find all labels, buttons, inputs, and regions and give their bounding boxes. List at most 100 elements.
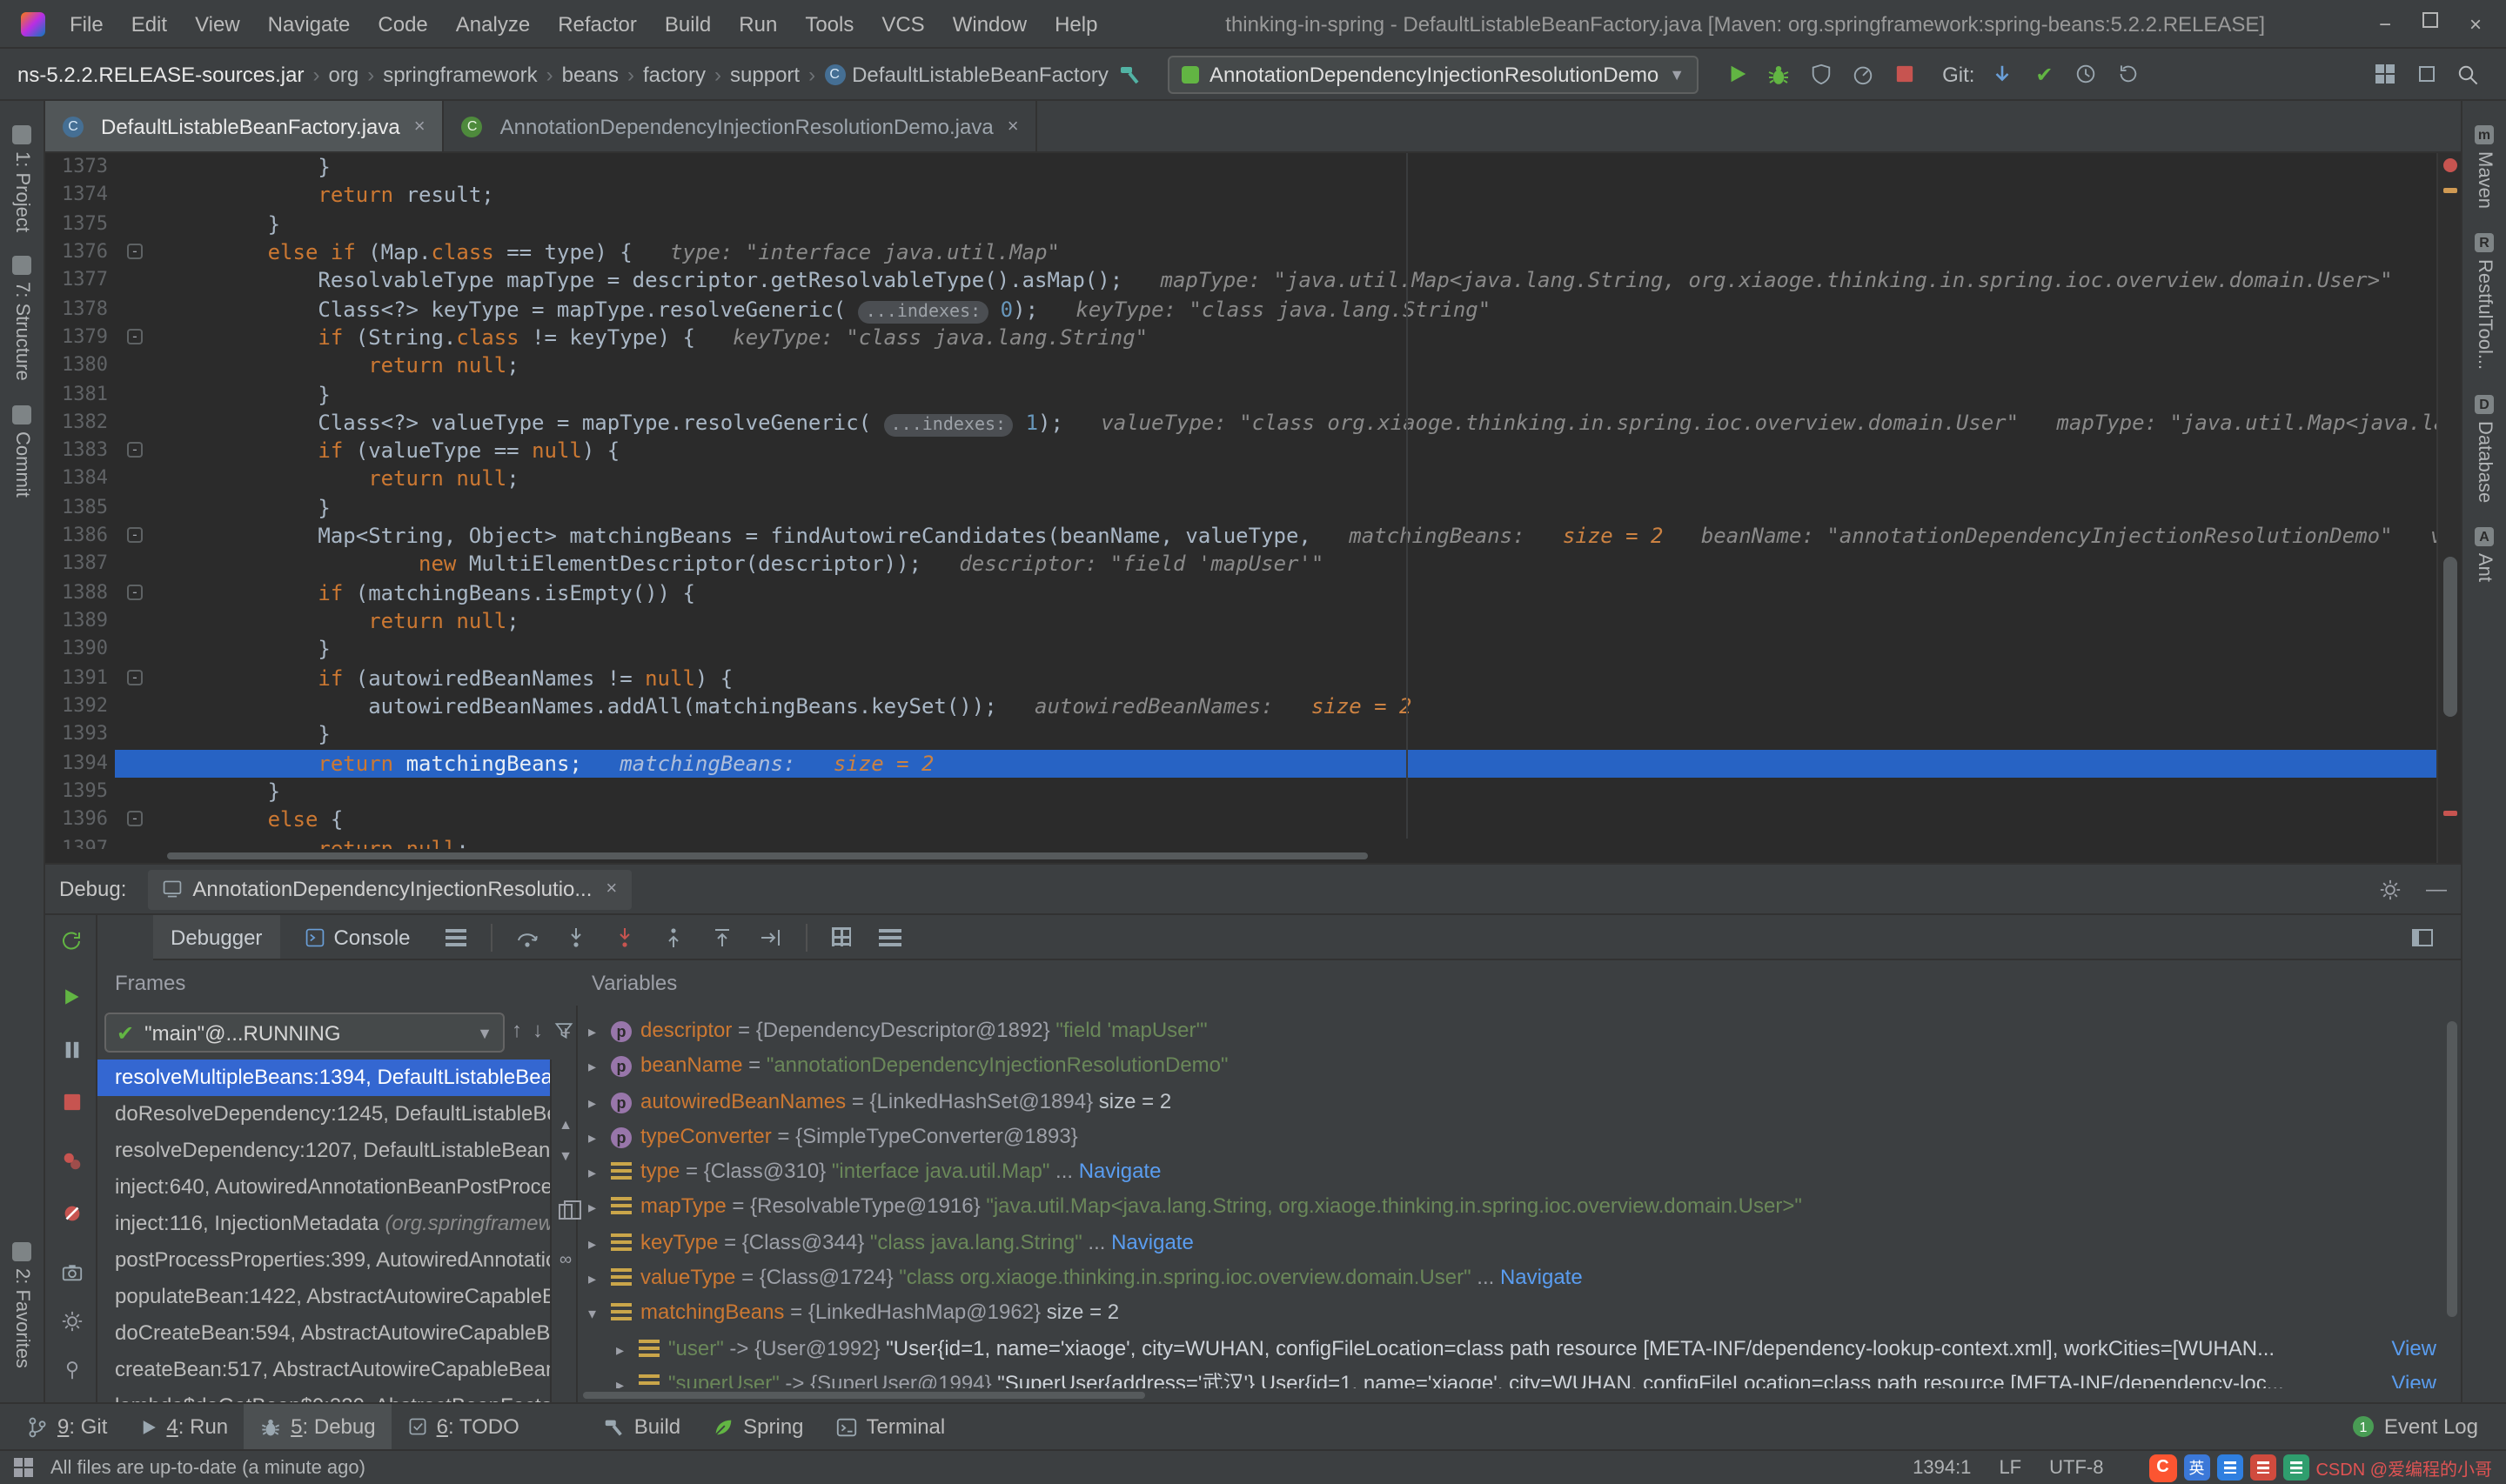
restore-window-icon[interactable] <box>2405 55 2447 93</box>
navigate-link[interactable]: Navigate <box>1111 1230 1194 1254</box>
variable-row[interactable]: ▸ "superUser" -> {SuperUser@1994} "SuperU… <box>578 1365 2440 1388</box>
variable-row[interactable]: ▸ p descriptor = {DependencyDescriptor@189… <box>578 1013 2440 1048</box>
code-line-1377[interactable]: 1377 ResolvableType mapType = descriptor… <box>45 267 2436 296</box>
code-line-1389[interactable]: 1389 return null; <box>45 607 2436 636</box>
code-line-1384[interactable]: 1384 return null; <box>45 465 2436 494</box>
code-line-1390[interactable]: 1390 } <box>45 636 2436 665</box>
menu-run[interactable]: Run <box>725 11 791 36</box>
breadcrumb-item[interactable]: beans <box>562 62 619 86</box>
code-line-1387[interactable]: 1387 new MultiElementDescriptor(descript… <box>45 551 2436 579</box>
variables-horizontal-scrollbar[interactable] <box>583 1392 1145 1399</box>
fold-marker-icon[interactable]: - <box>127 328 143 344</box>
settings-gear-icon[interactable] <box>57 1307 85 1334</box>
ime-keyboard-icon[interactable] <box>2216 1454 2243 1481</box>
run-to-cursor-button[interactable] <box>750 918 792 956</box>
frame-row[interactable]: populateBean:1422, AbstractAutowireCapab… <box>97 1279 550 1315</box>
variable-row[interactable]: ▾ matchingBeans = {LinkedHashMap@1962} si… <box>578 1295 2440 1331</box>
rollback-button[interactable] <box>2107 55 2148 93</box>
ime-language-icon[interactable]: 英 <box>2183 1454 2210 1481</box>
code-line-1386[interactable]: 1386 - Map<String, Object> matchingBeans … <box>45 522 2461 551</box>
next-frame-icon[interactable]: ↓ <box>533 1018 543 1042</box>
line-number[interactable]: 1394 <box>45 749 108 778</box>
vcs-update-button[interactable] <box>1981 55 2023 93</box>
menu-refactor[interactable]: Refactor <box>544 11 651 36</box>
minimize-button[interactable]: − <box>2379 11 2391 36</box>
code-line-1391[interactable]: 1391 - if (autowiredBeanNames != null) { <box>45 664 2436 692</box>
breadcrumb-item[interactable]: org <box>329 62 359 86</box>
menu-edit[interactable]: Edit <box>117 11 181 36</box>
code-line-1373[interactable]: 1373 } <box>45 153 2436 182</box>
line-number[interactable]: 1392 <box>45 692 108 721</box>
line-number[interactable]: 1391 <box>45 664 108 692</box>
line-number[interactable]: 1389 <box>45 607 108 636</box>
line-number[interactable]: 1378 <box>45 295 108 324</box>
thread-select[interactable]: ✔ "main"@...RUNNING ▼ <box>104 1013 505 1053</box>
maximize-button[interactable] <box>2422 11 2438 27</box>
line-number[interactable]: 1388 <box>45 578 108 607</box>
frame-row[interactable]: inject:640, AutowiredAnnotationBeanPostP… <box>97 1169 550 1206</box>
caret-position[interactable]: 1394:1 <box>1913 1457 1971 1478</box>
variable-row[interactable]: ▸ keyType = {Class@344} "class java.lang.… <box>578 1225 2440 1260</box>
code-line-1385[interactable]: 1385 } <box>45 494 2436 523</box>
line-number[interactable]: 1380 <box>45 351 108 380</box>
stop-button[interactable] <box>57 1087 85 1115</box>
tool-strip-button[interactable]: D Database <box>2462 394 2506 502</box>
layout-grid-icon[interactable] <box>2363 55 2405 93</box>
breadcrumb-item[interactable]: springframework <box>383 62 537 86</box>
code-line-1393[interactable]: 1393 } <box>45 721 2436 750</box>
code-line-1394[interactable]: 1394 return matchingBeans; matchingBeans… <box>45 749 2436 779</box>
editor-horizontal-scrollbar[interactable] <box>45 849 2436 863</box>
menu-help[interactable]: Help <box>1041 11 1111 36</box>
code-line-1374[interactable]: 1374 return result; <box>45 182 2436 211</box>
rerun-button[interactable] <box>57 927 85 955</box>
expand-arrow-icon[interactable]: ▸ <box>588 1085 611 1119</box>
line-number[interactable]: 1381 <box>45 380 108 409</box>
view-link[interactable]: View <box>2377 1330 2436 1366</box>
breadcrumb-item[interactable]: factory <box>643 62 706 86</box>
code-line-1382[interactable]: 1382 Class<?> valueType = mapType.resolv… <box>45 409 2461 438</box>
line-number[interactable]: 1393 <box>45 721 108 750</box>
line-number[interactable]: 1396 <box>45 806 108 834</box>
menu-code[interactable]: Code <box>364 11 441 36</box>
debug-session-tab[interactable]: AnnotationDependencyInjectionResolutio..… <box>147 869 632 909</box>
line-number[interactable]: 1386 <box>45 522 108 551</box>
expand-arrow-icon[interactable]: ▸ <box>588 1261 611 1295</box>
variable-row[interactable]: ▸ p typeConverter = {SimpleTypeConverter@1… <box>578 1119 2440 1154</box>
code-line-1396[interactable]: 1396 - else { <box>45 806 2436 834</box>
close-icon[interactable]: × <box>606 879 617 899</box>
code-line-1388[interactable]: 1388 - if (matchingBeans.isEmpty()) { <box>45 578 2436 607</box>
fold-marker-icon[interactable]: - <box>127 811 143 827</box>
step-into-button[interactable] <box>555 918 597 956</box>
drop-frame-button[interactable] <box>701 918 743 956</box>
error-stripe-mark[interactable] <box>2443 811 2457 816</box>
toolwindow-button-git[interactable]: 9: Git <box>10 1404 123 1449</box>
duplicate-icon[interactable] <box>555 1200 581 1221</box>
line-number[interactable]: 1387 <box>45 551 108 579</box>
line-number[interactable]: 1377 <box>45 267 108 296</box>
ime-settings-icon[interactable] <box>2282 1454 2309 1481</box>
force-step-into-button[interactable] <box>604 918 646 956</box>
run-config-select[interactable]: AnnotationDependencyInjectionResolutionD… <box>1167 55 1699 93</box>
tool-strip-button[interactable]: R RestfulTool... <box>2462 233 2506 370</box>
line-number[interactable]: 1374 <box>45 182 108 211</box>
expand-arrow-icon[interactable]: ▸ <box>588 1014 611 1048</box>
debug-button[interactable] <box>1758 55 1799 93</box>
warning-stripe-mark[interactable] <box>2443 188 2457 193</box>
code-editor[interactable]: 1373 } 1374 return result; 1375 } 1376- els… <box>45 153 2461 863</box>
menu-vcs[interactable]: VCS <box>868 11 938 36</box>
vcs-commit-button[interactable]: ✔ <box>2023 55 2065 93</box>
toolwindow-toggle-icon[interactable] <box>14 1458 33 1477</box>
resume-button[interactable] <box>57 983 85 1011</box>
toolwindow-button-build[interactable]: Build <box>587 1404 696 1449</box>
view-breakpoints-button[interactable] <box>57 1146 85 1174</box>
toolwindow-button-run[interactable]: 4: Run <box>123 1404 244 1449</box>
variable-row[interactable]: ▸ "user" -> {User@1992} "User{id=1, name=… <box>578 1330 2440 1366</box>
code-line-1392[interactable]: 1392 autowiredBeanNames.addAll(matchingB… <box>45 692 2436 721</box>
scrollbar-thumb[interactable] <box>167 852 1368 859</box>
editor-vertical-scrollbar[interactable] <box>2436 153 2461 863</box>
frame-row[interactable]: lambda$doGetBean$0:320, AbstractBeanFact… <box>97 1388 550 1402</box>
menu-tools[interactable]: Tools <box>791 11 868 36</box>
line-number[interactable]: 1385 <box>45 494 108 523</box>
navigate-link[interactable]: Navigate <box>1500 1265 1583 1289</box>
history-button[interactable] <box>2065 55 2107 93</box>
